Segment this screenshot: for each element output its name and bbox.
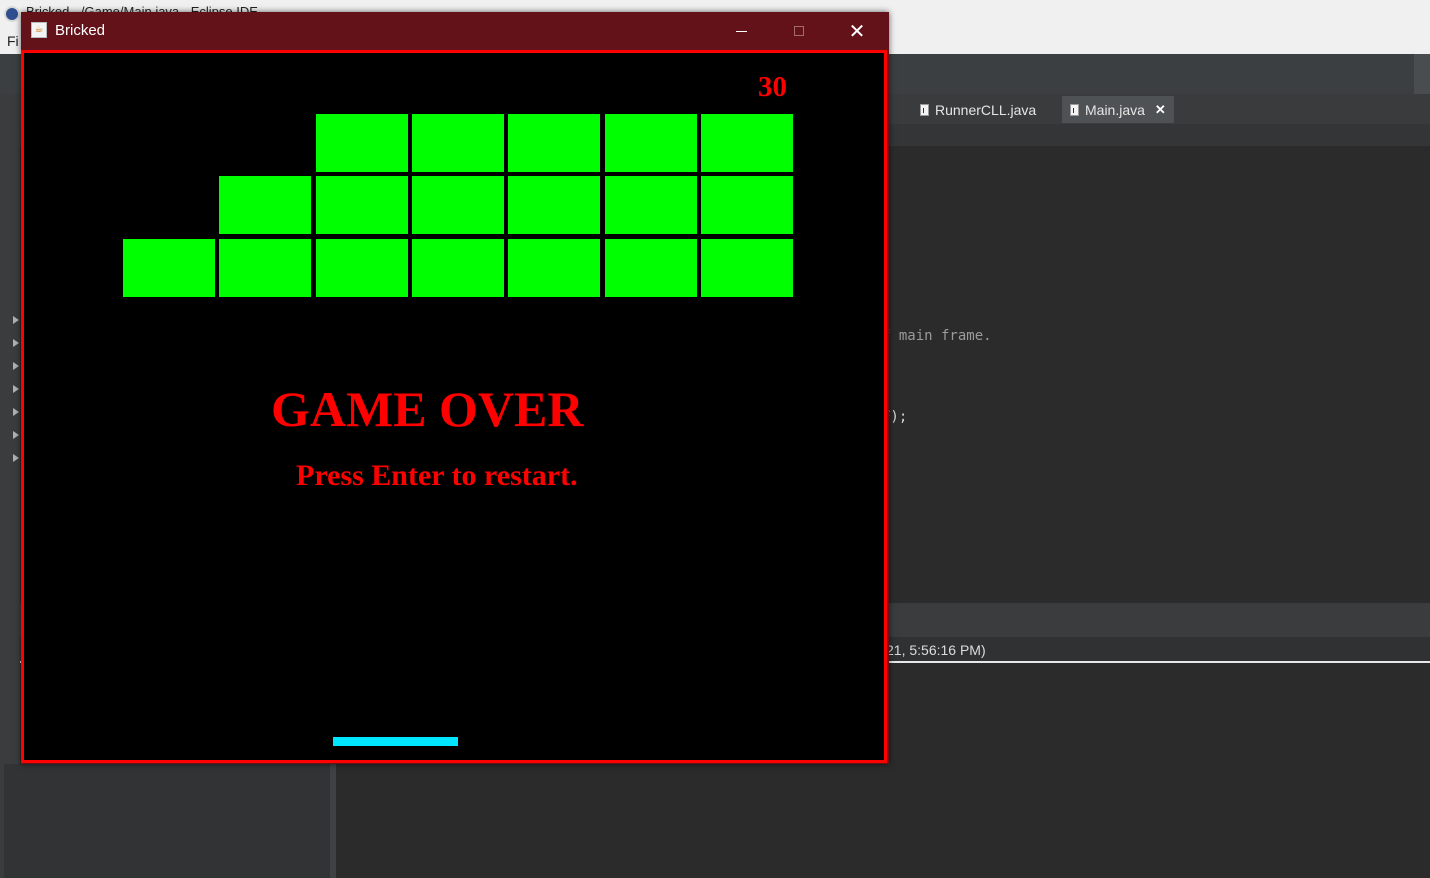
package-explorer: [0, 94, 20, 878]
tree-expand-icon[interactable]: [13, 385, 19, 393]
game-window: ☕ Bricked ✕ 30 GAME OVER Press Enter to …: [21, 12, 889, 764]
brick: [508, 176, 600, 234]
toolbar-ridge: [1414, 54, 1430, 94]
restart-text: Press Enter to restart.: [296, 459, 578, 492]
brick: [219, 176, 311, 234]
minimize-icon: [735, 30, 747, 32]
brick: [508, 114, 600, 172]
java-icon: ☕: [31, 22, 47, 38]
brick: [605, 239, 697, 297]
brick: [316, 176, 408, 234]
panel-splitter[interactable]: [330, 764, 336, 878]
tree-expand-icon[interactable]: [13, 408, 19, 416]
score: 30: [758, 71, 787, 103]
brick: [412, 239, 504, 297]
minimize-button[interactable]: [712, 12, 770, 50]
brick: [508, 239, 600, 297]
close-button[interactable]: ✕: [828, 12, 886, 50]
screen: Bricked - /Game/Main.java - Eclipse IDE …: [0, 0, 1430, 878]
tree-expand-icon[interactable]: [13, 362, 19, 370]
game-window-titlebar[interactable]: ☕ Bricked ✕: [21, 12, 889, 50]
brick: [605, 176, 697, 234]
brick: [412, 176, 504, 234]
tab-main[interactable]: Main.java ✕: [1062, 96, 1174, 123]
brick: [701, 176, 793, 234]
outline-panel: [4, 764, 330, 878]
brick: [701, 239, 793, 297]
java-file-icon: [1070, 103, 1079, 116]
tab-label: Main.java: [1085, 101, 1145, 118]
tree-expand-icon[interactable]: [13, 316, 19, 324]
close-icon: ✕: [848, 19, 866, 43]
brick: [219, 239, 311, 297]
close-tab-icon[interactable]: ✕: [1155, 102, 1166, 118]
maximize-button[interactable]: [770, 12, 828, 50]
brick: [412, 114, 504, 172]
tree-expand-icon[interactable]: [13, 339, 19, 347]
brick: [701, 114, 793, 172]
tree-expand-icon[interactable]: [13, 431, 19, 439]
maximize-icon: [794, 26, 804, 36]
tab-runnercll[interactable]: RunnerCLL.java: [912, 96, 1062, 123]
brick: [123, 239, 215, 297]
code-comment: f main frame.: [882, 328, 992, 344]
brick: [316, 114, 408, 172]
eclipse-icon: [4, 6, 20, 22]
game-window-title: Bricked: [55, 22, 106, 39]
java-file-icon: [920, 103, 929, 116]
menu-file[interactable]: Fi: [7, 33, 19, 49]
tree-expand-icon[interactable]: [13, 454, 19, 462]
tab-label: RunnerCLL.java: [935, 101, 1037, 118]
brick: [605, 114, 697, 172]
console-run-text: 21, 5:56:16 PM): [886, 642, 986, 658]
paddle: [333, 737, 458, 746]
game-canvas[interactable]: 30 GAME OVER Press Enter to restart.: [21, 50, 887, 763]
game-over-text: GAME OVER: [271, 381, 584, 437]
brick: [316, 239, 408, 297]
